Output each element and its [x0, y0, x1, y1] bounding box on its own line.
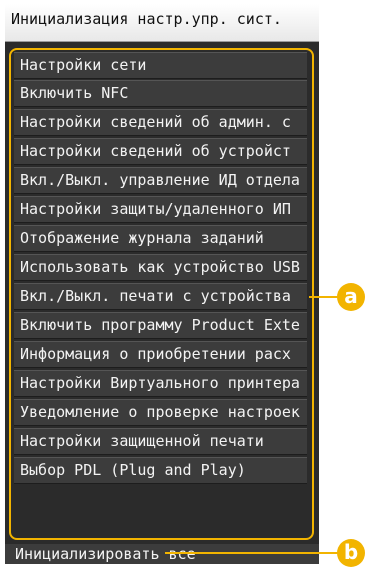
menu-item-network-settings[interactable]: Настройки сети [14, 52, 307, 79]
menu-item-print-from-device[interactable]: Вкл./Выкл. печати с устройства [14, 283, 307, 310]
menu-item-virtual-printer[interactable]: Настройки Виртуального принтера [14, 370, 307, 397]
menu-item-consumables-info[interactable]: Информация о приобретении расх [14, 341, 307, 368]
callout-a-badge: a [337, 283, 365, 311]
menu-item-device-info[interactable]: Настройки сведений об устройст [14, 138, 307, 165]
menu-item-enable-nfc[interactable]: Включить NFC [14, 80, 307, 107]
device-screen: Инициализация настр.упр. сист. Настройки… [5, 4, 319, 564]
menu-list-highlight: Настройки сети Включить NFC Настройки св… [9, 48, 314, 540]
screen-title: Инициализация настр.упр. сист. [5, 4, 319, 42]
callout-a-line [309, 296, 339, 298]
menu-item-dept-id-mgmt[interactable]: Вкл./Выкл. управление ИД отдела [14, 167, 307, 194]
menu-item-usb-device[interactable]: Использовать как устройство USB [14, 254, 307, 281]
menu-item-admin-info[interactable]: Настройки сведений об админ. с [14, 109, 307, 136]
callout-b-badge: b [337, 539, 365, 567]
menu-item-product-extended[interactable]: Включить программу Product Exte [14, 312, 307, 339]
callout-b-line [165, 552, 339, 554]
menu-item-pdl-selection[interactable]: Выбор PDL (Plug and Play) [14, 457, 307, 484]
menu-item-remote-ui-security[interactable]: Настройки защиты/удаленного ИП [14, 196, 307, 223]
menu-item-secure-print[interactable]: Настройки защищенной печати [14, 428, 307, 455]
menu-item-initialize-all[interactable]: Инициализировать все [5, 544, 319, 564]
menu-item-job-log[interactable]: Отображение журнала заданий [14, 225, 307, 252]
menu-item-settings-notice[interactable]: Уведомление о проверке настроек [14, 399, 307, 426]
